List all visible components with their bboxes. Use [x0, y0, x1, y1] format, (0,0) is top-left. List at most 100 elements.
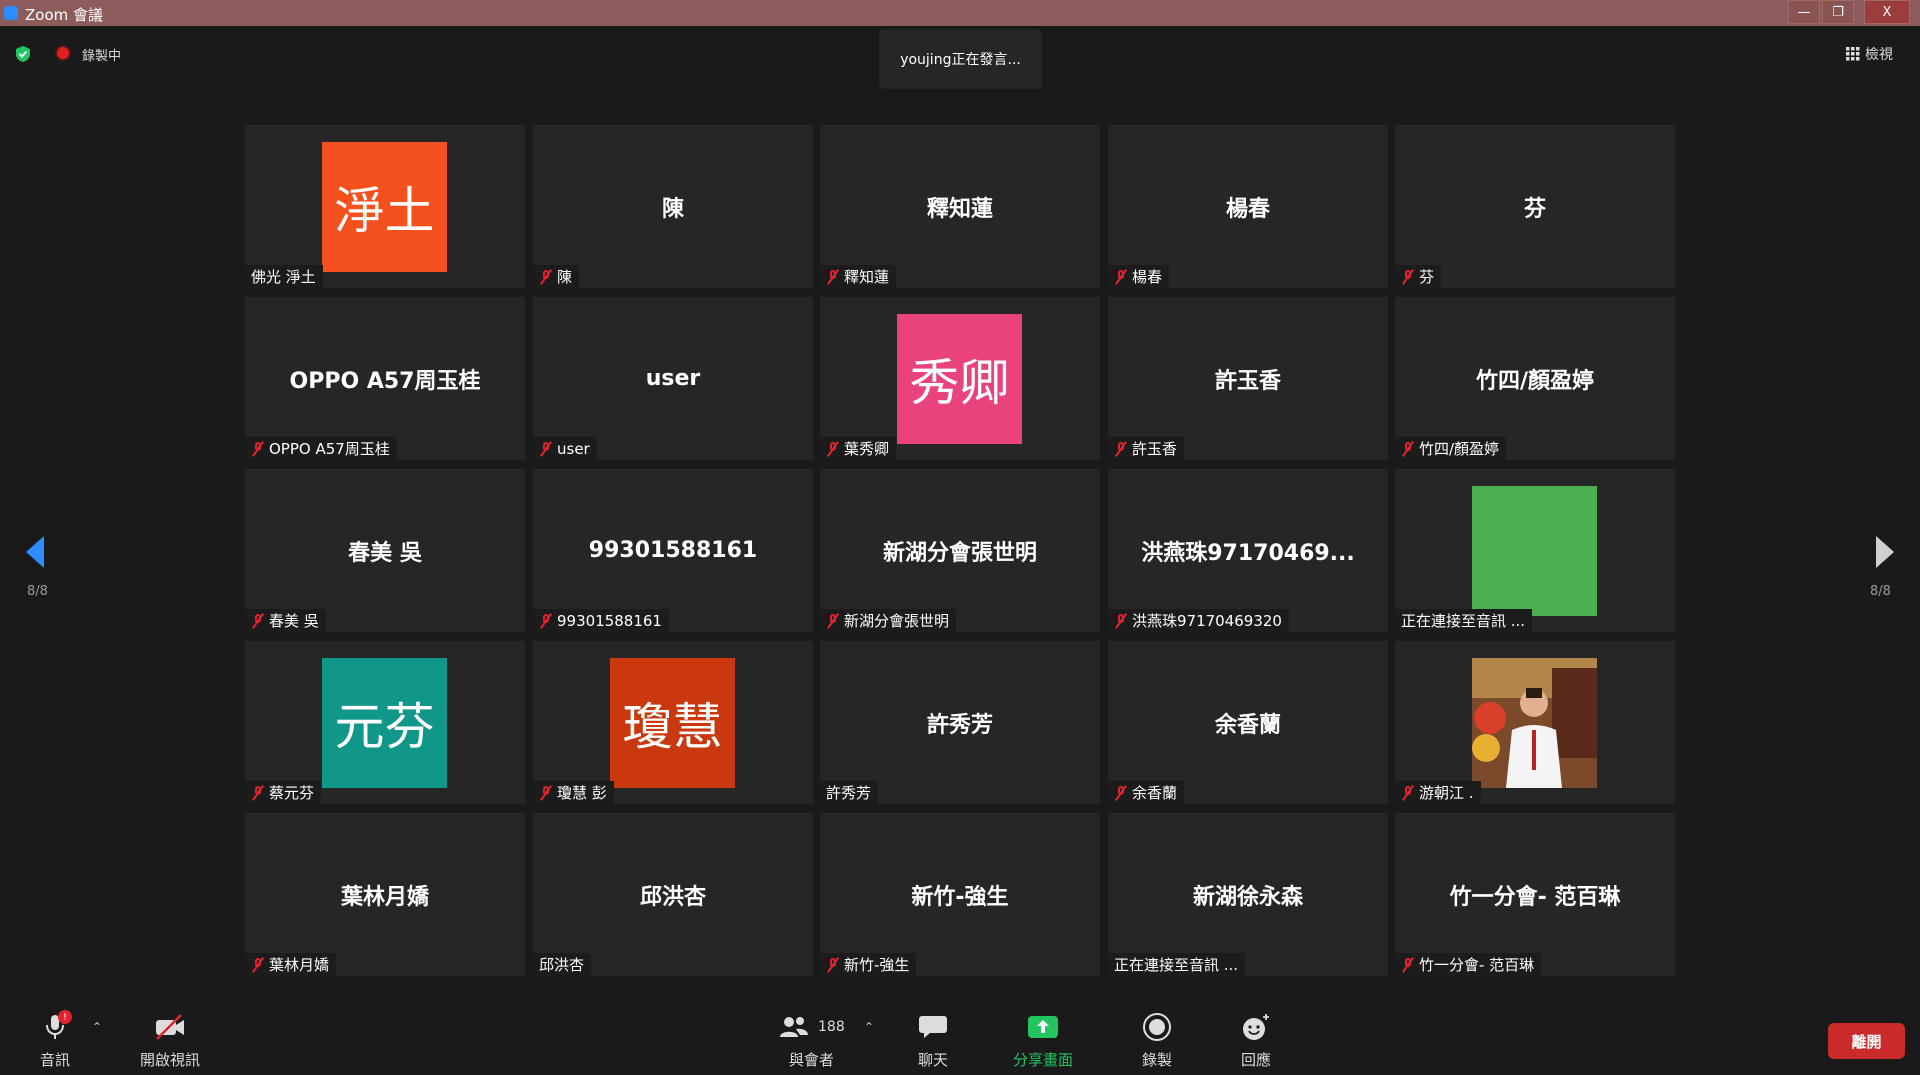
participant-tile[interactable]: 楊春 楊春: [1108, 125, 1388, 288]
participant-display-name: 邱洪杏: [639, 884, 706, 910]
participant-tile[interactable]: 游朝江 .: [1395, 641, 1675, 804]
participant-tile[interactable]: 竹一分會- 范百琳 竹一分會- 范百琳: [1395, 813, 1675, 976]
participant-display-name: 新竹-強生: [911, 884, 1009, 910]
participant-name: 許秀芳: [826, 784, 872, 802]
participant-name: OPPO A57周玉桂: [269, 440, 390, 458]
participant-name-label: 洪燕珠97170469320: [1108, 609, 1289, 632]
participant-tile[interactable]: 元芬 蔡元芬: [245, 641, 525, 804]
leave-meeting-button[interactable]: 離開: [1828, 1023, 1905, 1059]
reactions-button[interactable]: 回應: [1240, 1012, 1272, 1070]
participant-name: 葉秀卿: [844, 440, 890, 458]
participant-name-label: 99301588161: [533, 609, 669, 632]
participant-tile[interactable]: 許秀芳 許秀芳: [820, 641, 1100, 804]
participant-tile[interactable]: user user: [533, 297, 813, 460]
mic-muted-icon: [251, 440, 265, 457]
mic-muted-icon: [1401, 440, 1415, 457]
start-video-button[interactable]: 開啟視訊: [140, 1012, 200, 1070]
participant-tile[interactable]: 秀卿 葉秀卿: [820, 297, 1100, 460]
mic-muted-icon: [1401, 784, 1415, 801]
participant-name: 99301588161: [557, 611, 662, 630]
participant-tile[interactable]: 新湖徐永森 正在連接至音訊 ...: [1108, 813, 1388, 976]
participant-tile[interactable]: 許玉香 許玉香: [1108, 297, 1388, 460]
next-page-arrow-icon[interactable]: [1872, 534, 1898, 570]
participant-tile[interactable]: 葉林月嬌 葉林月嬌: [245, 813, 525, 976]
restore-button[interactable]: ❐: [1822, 0, 1854, 24]
mic-muted-icon: [539, 784, 553, 801]
participant-display-name: 余香蘭: [1214, 712, 1281, 738]
participant-tile[interactable]: 陳陳: [533, 125, 813, 288]
participant-avatar: 元芬: [322, 658, 447, 788]
participant-name: 游朝江 .: [1419, 784, 1474, 802]
participant-name-label: 正在連接至音訊 ...: [1395, 609, 1533, 632]
participant-tile[interactable]: 新湖分會張世明 新湖分會張世明: [820, 469, 1100, 632]
meeting-toolbar: [0, 1000, 1920, 1075]
chat-button[interactable]: 聊天: [918, 1012, 948, 1070]
participant-display-name: 芬: [1523, 196, 1546, 222]
page-indicator-left: 8/8: [27, 584, 48, 599]
share-screen-label: 分享畫面: [1013, 1051, 1074, 1069]
participant-name-label: 葉林月嬌: [245, 953, 337, 976]
participant-name-label: 春美 吳: [245, 609, 326, 632]
participant-name: 佛光 淨土: [251, 268, 316, 286]
participant-name: 陳: [557, 268, 573, 286]
participants-options-caret-icon[interactable]: ⌃: [864, 1020, 874, 1034]
participant-avatar: [1472, 486, 1597, 616]
share-screen-button[interactable]: 分享畫面: [1013, 1012, 1073, 1070]
view-button[interactable]: 檢視: [1846, 43, 1893, 65]
participant-tile[interactable]: 芬芬: [1395, 125, 1675, 288]
participant-name: 許玉香: [1132, 440, 1178, 458]
participant-name-label: 竹四/顏盈婷: [1395, 437, 1507, 460]
audio-alert-badge: !: [58, 1010, 72, 1024]
audio-options-caret-icon[interactable]: ⌃: [92, 1020, 102, 1034]
zoom-app-icon: [4, 6, 18, 20]
chat-label: 聊天: [918, 1051, 949, 1069]
recording-status[interactable]: 錄製中: [82, 45, 121, 64]
participant-tile[interactable]: OPPO A57周玉桂 OPPO A57周玉桂: [245, 297, 525, 460]
participant-display-name: 春美 吳: [348, 540, 422, 566]
participant-tile[interactable]: 邱洪杏 邱洪杏: [533, 813, 813, 976]
participant-tile[interactable]: 洪燕珠97170469... 洪燕珠97170469320: [1108, 469, 1388, 632]
participant-tile[interactable]: 余香蘭 余香蘭: [1108, 641, 1388, 804]
record-button[interactable]: 錄製: [1142, 1012, 1172, 1070]
participants-icon: [780, 1017, 808, 1037]
participant-tile[interactable]: 正在連接至音訊 ...: [1395, 469, 1675, 632]
participant-name-label: 釋知蓮: [820, 265, 897, 288]
participant-display-name: 竹一分會- 范百琳: [1449, 884, 1621, 910]
participant-name-label: 瓊慧 彭: [533, 781, 614, 804]
participant-name: 春美 吳: [269, 612, 319, 630]
participant-tile[interactable]: 春美 吳春美 吳: [245, 469, 525, 632]
mic-muted-icon: [539, 440, 553, 457]
participant-name-label: 楊春: [1108, 265, 1170, 288]
participant-tile[interactable]: 竹四/顏盈婷 竹四/顏盈婷: [1395, 297, 1675, 460]
share-screen-icon: [1028, 1016, 1058, 1038]
record-label: 錄製: [1142, 1051, 1173, 1069]
participant-tile[interactable]: 釋知蓮 釋知蓮: [820, 125, 1100, 288]
participant-tile[interactable]: 淨土 佛光 淨土: [245, 125, 525, 288]
participant-name: 蔡元芬: [269, 784, 315, 802]
participant-tile[interactable]: 瓊慧 瓊慧 彭: [533, 641, 813, 804]
participant-name: 洪燕珠97170469320: [1132, 612, 1282, 630]
minimize-button[interactable]: —: [1788, 0, 1820, 24]
participants-label: 與會者: [788, 1051, 834, 1069]
participant-name-label: 余香蘭: [1108, 781, 1185, 804]
close-button[interactable]: X: [1864, 0, 1910, 24]
participant-name-label: 芬: [1395, 265, 1442, 288]
encryption-shield-icon[interactable]: [14, 45, 32, 63]
audio-button[interactable]: ! 音訊: [40, 1010, 72, 1070]
participant-tile[interactable]: 99301588161 99301588161: [533, 469, 813, 632]
participant-tile[interactable]: 新竹-強生 新竹-強生: [820, 813, 1100, 976]
participant-name: 釋知蓮: [844, 268, 890, 286]
participant-name: 楊春: [1132, 268, 1163, 286]
participant-gallery: 淨土 佛光 淨土陳陳釋知蓮 釋知蓮 楊春 楊春芬芬 OPPO A57周玉桂 OPPO A57…: [245, 125, 1675, 977]
mic-muted-icon: [1114, 268, 1128, 285]
participant-name-label: 新湖分會張世明: [820, 609, 957, 632]
window-title: Zoom 會議: [25, 6, 104, 24]
participant-name: 正在連接至音訊 ...: [1114, 956, 1239, 974]
mic-muted-icon: [251, 784, 265, 801]
mic-muted-icon: [539, 268, 553, 285]
mic-muted-icon: [1114, 784, 1128, 801]
reaction-smiley-icon: [1243, 1014, 1269, 1040]
participant-name-label: OPPO A57周玉桂: [245, 437, 397, 460]
previous-page-arrow-icon[interactable]: [22, 534, 48, 570]
participants-button[interactable]: 188 與會者: [778, 1012, 845, 1070]
